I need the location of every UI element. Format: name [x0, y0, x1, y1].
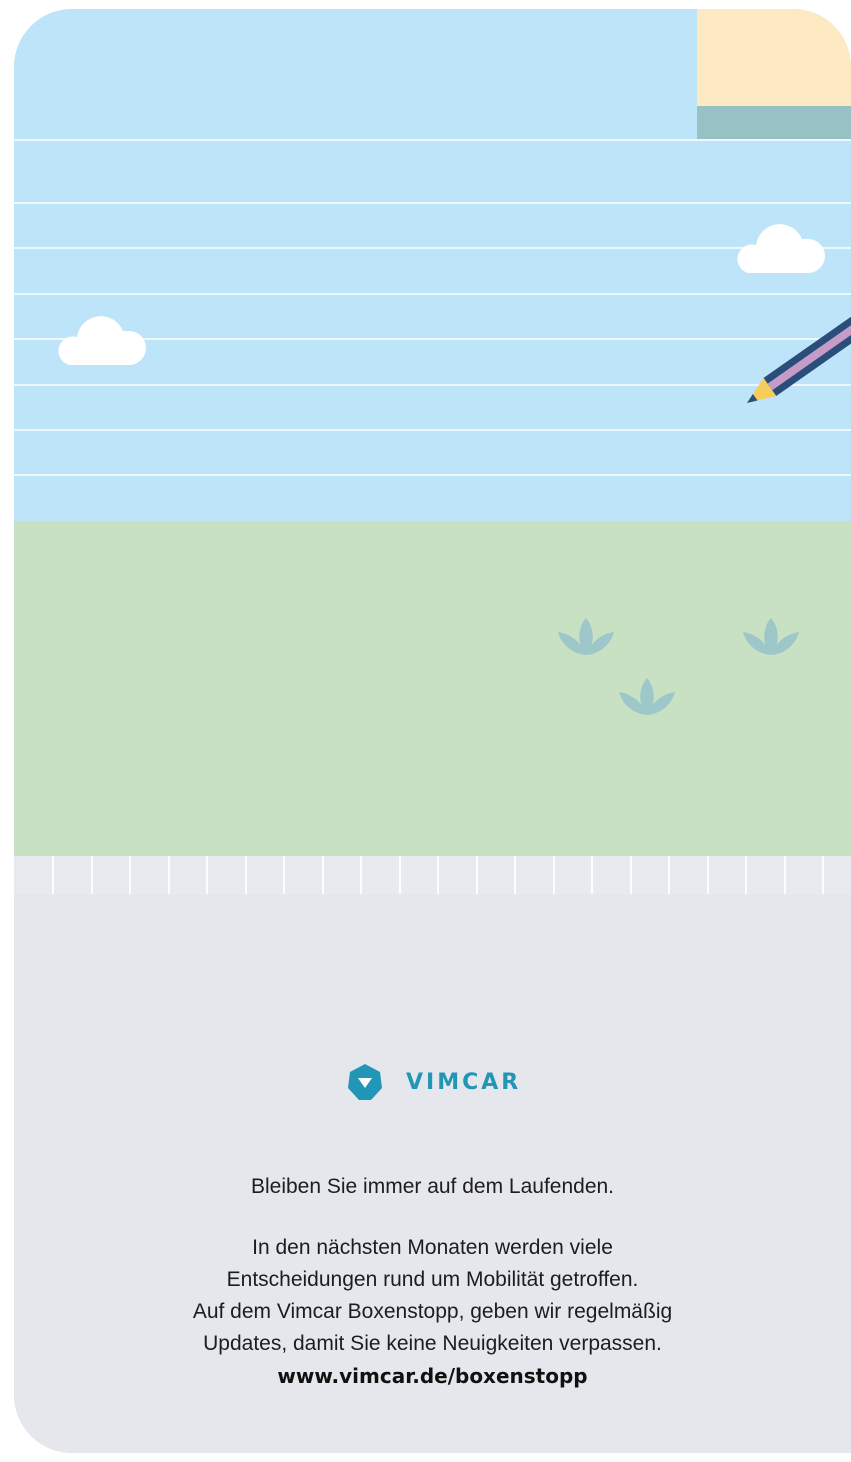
notebook-line — [14, 139, 851, 141]
vimcar-logo[interactable]: VIMCAR — [346, 1063, 521, 1101]
body-line: Auf dem Vimcar Boxenstopp, geben wir reg… — [192, 1300, 673, 1323]
pencil-icon — [747, 309, 851, 403]
fence-post — [360, 856, 362, 894]
fence-post — [245, 856, 247, 894]
fence-post — [822, 856, 824, 894]
tagline: Bleiben Sie immer auf dem Laufenden. — [250, 1175, 615, 1198]
boxenstopp-link[interactable]: www.vimcar.de/boxenstopp — [14, 1360, 851, 1392]
notebook-line — [14, 202, 851, 204]
fence-post — [322, 856, 324, 894]
fence-post — [129, 856, 131, 894]
fence-post — [283, 856, 285, 894]
fence-post — [476, 856, 478, 894]
notebook-line — [14, 429, 851, 431]
body-line: Updates, damit Sie keine Neuigkeiten ver… — [203, 1332, 662, 1355]
fence-post — [399, 856, 401, 894]
brand-name: VIMCAR — [406, 1069, 522, 1095]
fence-post — [514, 856, 516, 894]
fence-post — [707, 856, 709, 894]
chevron-down-hexagon-icon — [348, 1064, 382, 1100]
footer-body: In den nächsten Monaten werden viele Ent… — [14, 1232, 851, 1392]
fence-post — [52, 856, 54, 894]
sky-background — [14, 9, 851, 521]
notebook-line — [14, 247, 851, 249]
fence-post — [553, 856, 555, 894]
fence-post — [168, 856, 170, 894]
fence-post — [591, 856, 593, 894]
body-line: In den nächsten Monaten werden viele — [252, 1236, 613, 1259]
plant-icon — [558, 618, 614, 655]
fence-post — [745, 856, 747, 894]
notebook-line — [14, 293, 851, 295]
cloud-icon — [737, 224, 825, 273]
fence-post — [630, 856, 632, 894]
sticky-note — [697, 9, 851, 106]
fence-post — [668, 856, 670, 894]
notebook-line — [14, 384, 851, 386]
notebook-line — [14, 474, 851, 476]
fence-post — [437, 856, 439, 894]
fence-post — [91, 856, 93, 894]
sticky-note-band — [697, 106, 851, 139]
grass-background — [14, 521, 851, 856]
cloud-icon — [58, 316, 146, 365]
body-line: Entscheidungen rund um Mobilität getroff… — [226, 1268, 639, 1291]
fence-post — [206, 856, 208, 894]
plant-icon — [619, 678, 675, 715]
fence-post — [784, 856, 786, 894]
plant-icon — [743, 618, 799, 655]
newsletter-card: VIMCAR Bleiben Sie immer auf dem Laufend… — [14, 9, 851, 1453]
fence-strip — [14, 856, 851, 896]
